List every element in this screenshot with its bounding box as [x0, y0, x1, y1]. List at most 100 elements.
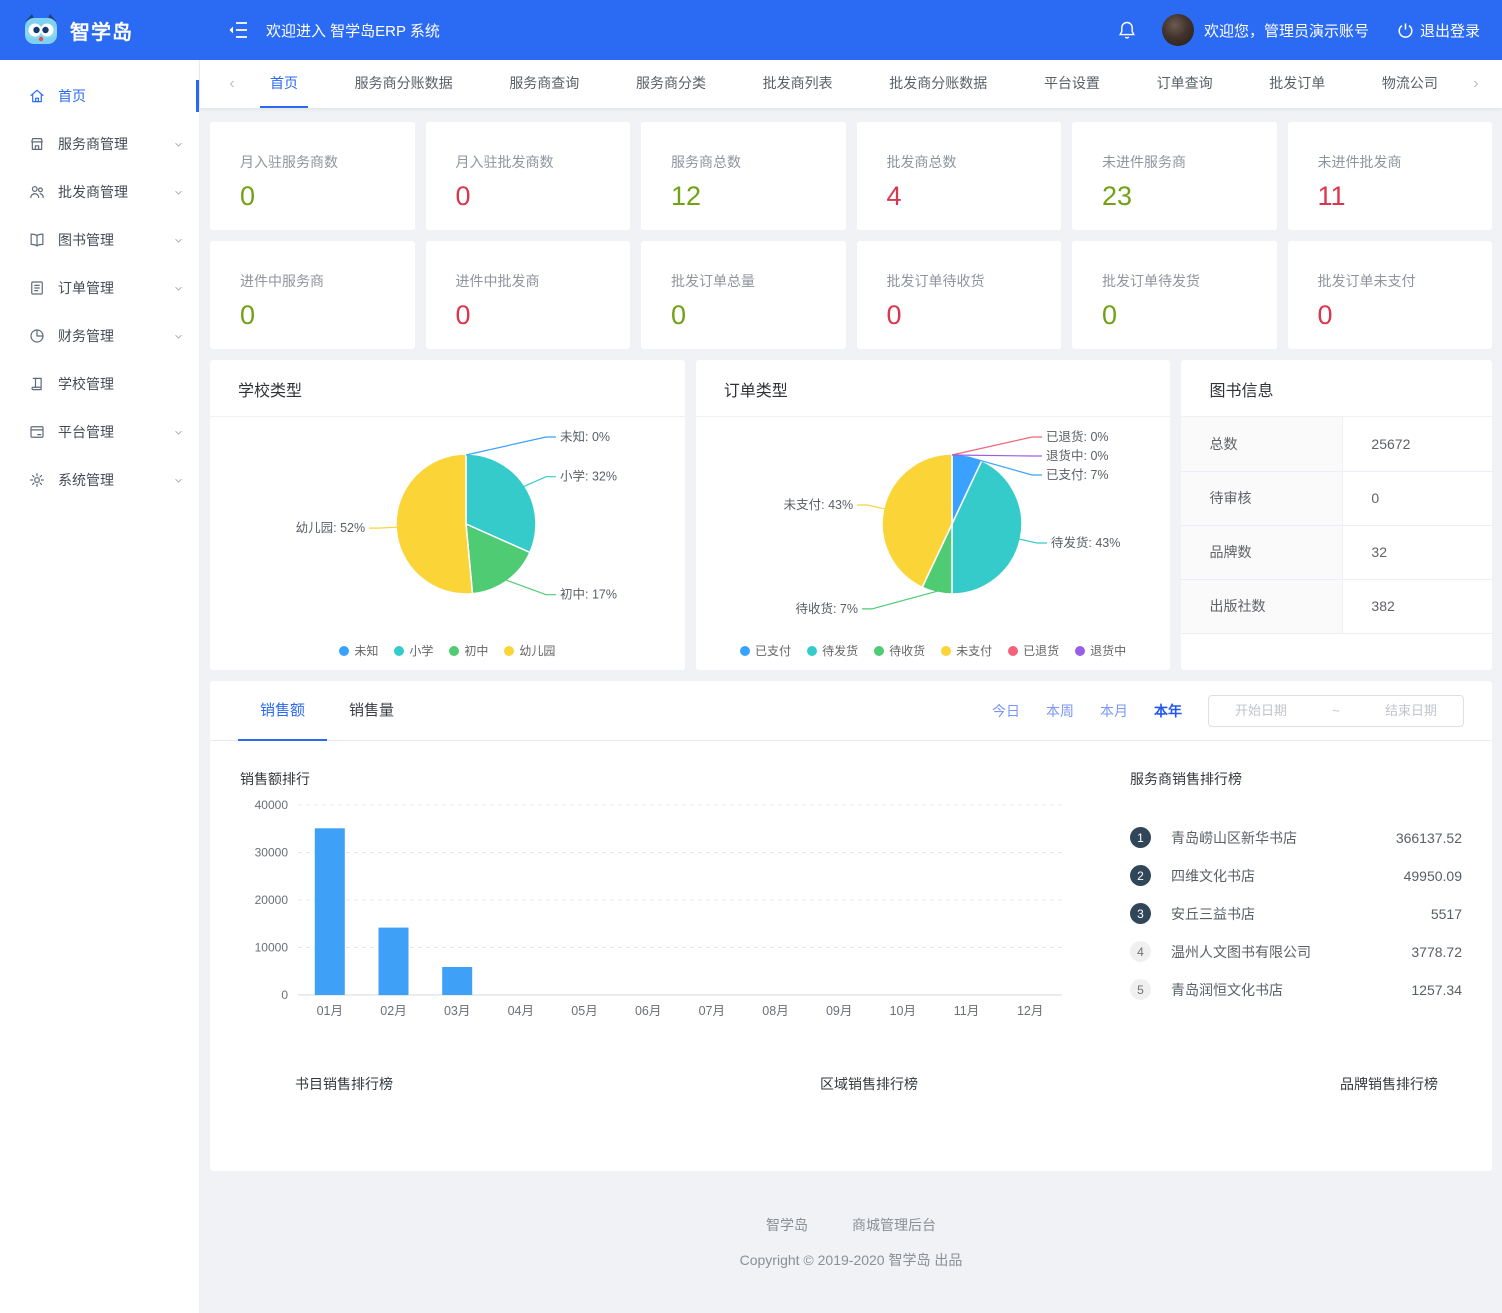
tab-1[interactable]: 服务商分账数据 — [345, 60, 463, 108]
legend-label: 待收货 — [889, 642, 925, 659]
sidebar-item-8[interactable]: 系统管理 — [0, 456, 199, 504]
legend-item-0[interactable]: 已支付 — [740, 642, 791, 659]
tab-8[interactable]: 批发订单 — [1259, 60, 1335, 108]
pie-label: 已支付: 7% — [1046, 468, 1109, 482]
rank-value: 49950.09 — [1404, 868, 1462, 884]
school-type-title: 学校类型 — [210, 360, 685, 417]
tab-4[interactable]: 批发商列表 — [753, 60, 843, 108]
legend-label: 待发货 — [822, 642, 858, 659]
sidebar-item-0[interactable]: 首页 — [0, 72, 199, 120]
sales-tab-1[interactable]: 销售量 — [327, 681, 416, 741]
tab-2[interactable]: 服务商查询 — [499, 60, 589, 108]
bell-icon[interactable] — [1118, 20, 1136, 40]
logout-button[interactable]: 退出登录 — [1397, 20, 1480, 41]
legend-item-5[interactable]: 退货中 — [1075, 642, 1126, 659]
legend-item-0[interactable]: 未知 — [339, 642, 378, 659]
legend-label: 退货中 — [1090, 642, 1126, 659]
order-type-title: 订单类型 — [696, 360, 1171, 417]
rank-badge: 5 — [1130, 979, 1151, 1000]
school-type-legend: 未知小学初中 幼儿园 — [210, 642, 685, 659]
start-date-input[interactable] — [1209, 703, 1313, 718]
rank-name: 青岛润恒文化书店 — [1171, 980, 1411, 1000]
app-logo[interactable]: 智学岛 — [0, 0, 200, 60]
avatar[interactable] — [1162, 14, 1194, 46]
top-header: 智学岛 欢迎进入 智学岛ERP 系统 欢迎您，管理员演示账号 退出登录 — [0, 0, 1502, 60]
legend-dot — [941, 646, 951, 656]
stat-card-9: 批发订单待收货0 — [857, 241, 1062, 349]
tabs-scroll-left-icon[interactable]: ‹ — [222, 75, 242, 93]
bar-1[interactable] — [379, 928, 409, 996]
sidebar-item-2[interactable]: 批发商管理 — [0, 168, 199, 216]
tab-0[interactable]: 首页 — [260, 60, 308, 108]
bar-0[interactable] — [315, 828, 345, 995]
pie-slice-3[interactable] — [396, 454, 472, 594]
footer-link-1[interactable]: 商城管理后台 — [852, 1215, 936, 1235]
sidebar-item-7[interactable]: 平台管理 — [0, 408, 199, 456]
filter-0[interactable]: 今日 — [992, 701, 1020, 721]
x-tick-label: 04月 — [508, 1004, 534, 1018]
order-type-chart-card: 订单类型 已支付: 7%待发货: 43%待收货: 7%未支付: 43%已退货: … — [696, 360, 1171, 670]
pie-icon — [28, 327, 46, 345]
sidebar-item-3[interactable]: 图书管理 — [0, 216, 199, 264]
stat-card-0: 月入驻服务商数0 — [210, 122, 415, 230]
legend-label: 已退货 — [1023, 642, 1059, 659]
legend-label: 幼儿园 — [519, 642, 555, 659]
logout-label: 退出登录 — [1420, 20, 1480, 41]
sidebar-item-1[interactable]: 服务商管理 — [0, 120, 199, 168]
tab-7[interactable]: 订单查询 — [1147, 60, 1223, 108]
stat-value: 11 — [1318, 181, 1493, 212]
pie-label: 待发货: 43% — [1051, 535, 1120, 550]
sidebar-item-label: 系统管理 — [58, 470, 172, 490]
date-range-picker[interactable]: ~ — [1208, 695, 1464, 727]
tabs-scroll-right-icon[interactable]: › — [1466, 75, 1486, 93]
legend-dot — [339, 646, 349, 656]
rank-name: 安丘三益书店 — [1171, 904, 1431, 924]
stat-card-8: 批发订单总量0 — [641, 241, 846, 349]
legend-item-4[interactable]: 已退货 — [1008, 642, 1059, 659]
filter-2[interactable]: 本月 — [1100, 701, 1128, 721]
ranking-row-3: 3安丘三益书店5517 — [1130, 903, 1462, 924]
x-tick-label: 09月 — [826, 1004, 852, 1018]
end-date-input[interactable] — [1359, 703, 1463, 718]
stat-value: 12 — [671, 181, 846, 212]
order-icon — [28, 279, 46, 297]
school-icon — [28, 375, 46, 393]
stat-card-1: 月入驻批发商数0 — [426, 122, 631, 230]
footer-link-0[interactable]: 智学岛 — [766, 1215, 808, 1235]
pie-label-line — [524, 477, 556, 487]
chevron-down-icon — [172, 234, 185, 247]
chevron-down-icon — [172, 426, 185, 439]
filter-3[interactable]: 本年 — [1154, 701, 1182, 721]
tab-9[interactable]: 物流公司 — [1372, 60, 1448, 108]
legend-item-2[interactable]: 初中 — [449, 642, 488, 659]
sidebar-item-5[interactable]: 财务管理 — [0, 312, 199, 360]
legend-item-1[interactable]: 小学 — [394, 642, 433, 659]
legend-item-2[interactable]: 待收货 — [874, 642, 925, 659]
tab-6[interactable]: 平台设置 — [1034, 60, 1110, 108]
stat-card-10: 批发订单待发货0 — [1072, 241, 1277, 349]
sidebar-item-6[interactable]: 学校管理 — [0, 360, 199, 408]
legend-item-3[interactable]: 幼儿园 — [504, 642, 555, 659]
stat-value: 0 — [456, 300, 631, 331]
tab-5[interactable]: 批发商分账数据 — [879, 60, 997, 108]
tab-3[interactable]: 服务商分类 — [626, 60, 716, 108]
pie-label-line — [857, 505, 885, 509]
legend-item-3[interactable]: 未支付 — [941, 642, 992, 659]
pie-label-line — [862, 591, 937, 609]
pie-label-line — [1019, 539, 1047, 543]
collapse-sidebar-icon[interactable] — [228, 21, 248, 39]
book-info-value: 0 — [1343, 471, 1492, 525]
legend-dot — [874, 646, 884, 656]
bar-2[interactable] — [442, 967, 472, 995]
sidebar-item-4[interactable]: 订单管理 — [0, 264, 199, 312]
filter-1[interactable]: 本周 — [1046, 701, 1074, 721]
pie-label: 待收货: 7% — [795, 601, 858, 616]
order-type-pie-chart: 已支付: 7%待发货: 43%待收货: 7%未支付: 43%已退货: 0%退货中… — [696, 423, 1171, 640]
stat-value: 0 — [1102, 300, 1277, 331]
legend-dot — [394, 646, 404, 656]
legend-item-1[interactable]: 待发货 — [807, 642, 858, 659]
stat-label: 月入驻服务商数 — [240, 152, 415, 172]
shop-icon — [28, 135, 46, 153]
sales-tab-0[interactable]: 销售额 — [238, 681, 327, 741]
legend-dot — [1075, 646, 1085, 656]
